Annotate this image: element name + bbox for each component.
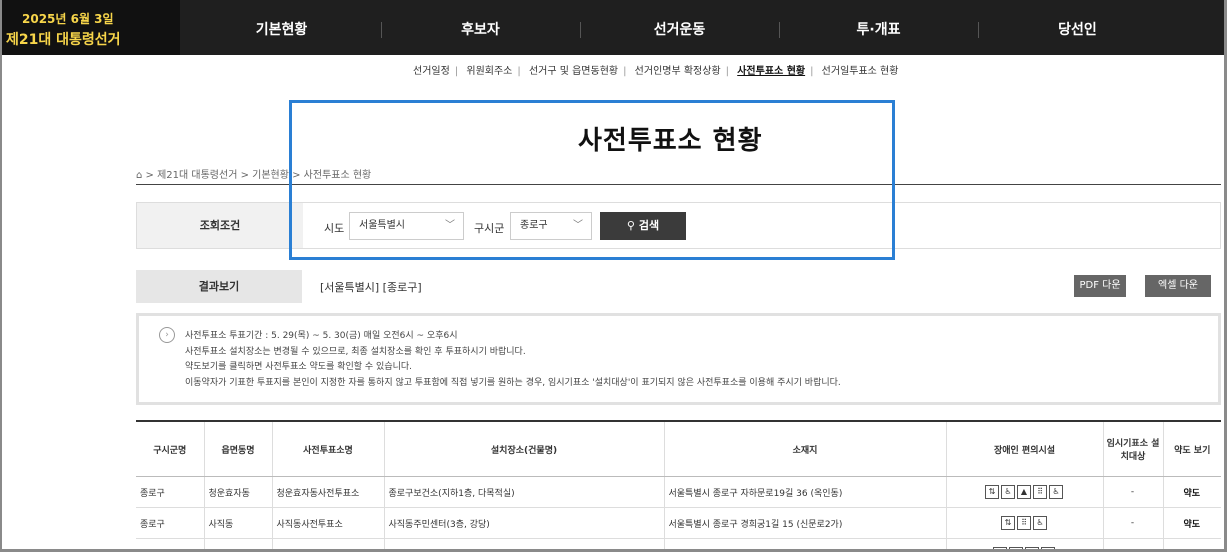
wheelchair-icon: ♿ <box>1001 485 1015 499</box>
cell-address: 서울특별시 종로구 삼청로 107 (삼청동) <box>663 538 946 549</box>
cell-dong: 청운효자동 <box>203 476 272 508</box>
chevron-down-icon: ﹀ <box>573 220 583 231</box>
cell-temp-booth: - <box>1102 507 1163 539</box>
cell-address: 서울특별시 종로구 경희궁1길 15 (신문로2가) <box>663 507 946 539</box>
sigungu-label: 구시군 <box>474 222 505 235</box>
accessible-toilet-icon: ♿ <box>1033 516 1047 530</box>
table-row: 종로구 청운효자동 청운효자동사전투표소 종로구보건소(지하1층, 다목적실) … <box>136 476 1221 508</box>
brand-title: 제21대 대통령선거 <box>6 32 121 48</box>
table-row: 종로구 삼청동 삼청동사전투표소 삼청동주민센터(1층, 미얼실) 서울특별시 … <box>136 538 1221 549</box>
result-label: 결과보기 <box>136 270 302 303</box>
ramp-icon: ▲ <box>1009 547 1023 549</box>
main-nav: 기본현황 후보자 선거운동 투·개표 당선인 <box>182 0 1224 55</box>
notice-line: 약도보기를 클릭하면 사전투표소 약도를 확인할 수 있습니다. <box>185 362 413 372</box>
browser-frame: 2025년 6월 3일 제21대 대통령선거 기본현황 후보자 선거운동 투·개… <box>0 0 1227 552</box>
brand-date: 2025년 6월 3일 <box>22 12 114 26</box>
col-header-facilities: 장애인 편의시설 <box>945 421 1103 477</box>
cell-dong: 사직동 <box>203 507 272 539</box>
sido-select[interactable]: 서울특별시 ﹀ <box>349 212 464 240</box>
accessible-toilet-icon: ♿ <box>1049 485 1063 499</box>
braille-icon: ⠿ <box>1017 516 1031 530</box>
chevron-right-icon: › <box>159 327 175 343</box>
page-title: 사전투표소 현황 <box>578 126 763 156</box>
cell-station: 사직동사전투표소 <box>271 507 384 539</box>
home-icon[interactable]: ⌂ <box>136 170 142 181</box>
map-link[interactable]: 약도 <box>1162 476 1221 508</box>
cell-station: 청운효자동사전투표소 <box>271 476 384 508</box>
cell-address: 서울특별시 종로구 자하문로19길 36 (옥인동) <box>663 476 946 508</box>
elevator-icon: ⇅ <box>985 485 999 499</box>
notice-box: › 사전투표소 투표기간 : 5. 29(목) ~ 5. 30(금) 매일 오전… <box>136 313 1221 405</box>
sigungu-select[interactable]: 종로구 ﹀ <box>510 212 592 240</box>
col-header-dong: 읍면동명 <box>203 421 272 477</box>
ramp-icon: ▲ <box>1017 485 1031 499</box>
notice-line: 이동약자가 기표한 투표지를 본인이 지정한 자를 통하지 않고 투표함에 직접… <box>185 377 841 388</box>
cell-place: 종로구보건소(지하1층, 다목적실) <box>383 476 664 508</box>
cell-facilities: ♿▲⠿♿ <box>945 538 1103 549</box>
result-bar: 결과보기 [서울특별시] [종로구] PDF 다운 엑셀 다운 <box>136 270 1221 303</box>
col-header-temp-booth: 임시기표소 설치대상 <box>1102 421 1163 477</box>
pdf-download-button[interactable]: PDF 다운 <box>1074 275 1126 297</box>
wheelchair-icon: ♿ <box>993 547 1007 549</box>
braille-icon: ⠿ <box>1025 547 1039 549</box>
polling-station-table: 구시군명 읍면동명 사전투표소명 설치장소(건물명) 소재지 장애인 편의시설 … <box>136 420 1221 549</box>
chevron-down-icon: ﹀ <box>445 220 455 231</box>
col-header-place: 설치장소(건물명) <box>383 421 664 477</box>
map-link[interactable]: 약도 <box>1162 538 1221 549</box>
search-icon: ⚲ <box>626 219 635 232</box>
cell-temp-booth: - <box>1102 476 1163 508</box>
notice-line: 사전투표소 투표기간 : 5. 29(목) ~ 5. 30(금) 매일 오전6시… <box>185 331 458 341</box>
elevator-icon: ⇅ <box>1001 516 1015 530</box>
nav-item-voting-counting[interactable]: 투·개표 <box>779 0 978 55</box>
breadcrumb-path: > 제21대 대통령선거 > 기본현황 > 사전투표소 현황 <box>145 170 372 181</box>
braille-icon: ⠿ <box>1033 485 1047 499</box>
col-header-gu: 구시군명 <box>136 421 204 477</box>
col-header-map: 약도 보기 <box>1162 421 1221 477</box>
cell-gu: 종로구 <box>136 507 204 539</box>
notice-line: 사전투표소 설치장소는 변경될 수 있으므로, 최종 설치장소를 확인 후 투표… <box>185 346 526 357</box>
accessible-toilet-icon: ♿ <box>1041 547 1055 549</box>
search-button-label: 검색 <box>638 219 660 232</box>
top-navigation: 2025년 6월 3일 제21대 대통령선거 기본현황 후보자 선거운동 투·개… <box>2 0 1224 55</box>
col-header-address: 소재지 <box>663 421 946 477</box>
excel-download-button[interactable]: 엑셀 다운 <box>1145 275 1211 297</box>
subnav-schedule[interactable]: 선거일정 <box>413 66 450 77</box>
search-panel: 조회조건 시도 서울특별시 ﹀ 구시군 종로구 ﹀ ⚲ 검색 <box>136 202 1221 249</box>
search-condition-label: 조회조건 <box>137 203 303 248</box>
cell-gu: 종로구 <box>136 538 204 549</box>
cell-place: 삼청동주민센터(1층, 미얼실) <box>383 538 664 549</box>
result-filter-text: [서울특별시] [종로구] <box>320 281 422 294</box>
subnav-election-day-polling[interactable]: 선거일투표소 현황 <box>822 66 899 77</box>
map-link[interactable]: 약도 <box>1162 507 1221 539</box>
breadcrumb: ⌂ > 제21대 대통령선거 > 기본현황 > 사전투표소 현황 <box>136 166 371 181</box>
cell-station: 삼청동사전투표소 <box>271 538 384 549</box>
cell-gu: 종로구 <box>136 476 204 508</box>
nav-item-basic-status[interactable]: 기본현황 <box>182 0 381 55</box>
sigungu-select-value: 종로구 <box>520 220 548 231</box>
cell-facilities: ⇅ ♿ ▲ ⠿ ♿ <box>945 476 1103 508</box>
cell-facilities: ⇅ ⠿ ♿ <box>945 507 1103 539</box>
title-divider <box>136 184 1221 185</box>
subnav-early-polling[interactable]: 사전투표소 현황 <box>737 66 805 77</box>
table-row: 종로구 사직동 사직동사전투표소 사직동주민센터(3층, 강당) 서울특별시 종… <box>136 507 1221 539</box>
nav-item-candidates[interactable]: 후보자 <box>381 0 580 55</box>
col-header-station: 사전투표소명 <box>271 421 384 477</box>
cell-place: 사직동주민센터(3층, 강당) <box>383 507 664 539</box>
subnav-district-status[interactable]: 선거구 및 읍면동현황 <box>529 66 618 77</box>
nav-item-campaign[interactable]: 선거운동 <box>580 0 779 55</box>
sido-select-value: 서울특별시 <box>359 220 405 231</box>
search-button[interactable]: ⚲ 검색 <box>600 212 686 240</box>
subnav-committee-address[interactable]: 위원회주소 <box>466 66 512 77</box>
cell-temp-booth: - <box>1102 538 1163 549</box>
nav-item-elected[interactable]: 당선인 <box>978 0 1177 55</box>
subnav-voter-list[interactable]: 선거인명부 확정상황 <box>635 66 721 77</box>
election-brand[interactable]: 2025년 6월 3일 제21대 대통령선거 <box>2 0 180 55</box>
sido-label: 시도 <box>324 222 345 235</box>
cell-dong: 삼청동 <box>203 538 272 549</box>
